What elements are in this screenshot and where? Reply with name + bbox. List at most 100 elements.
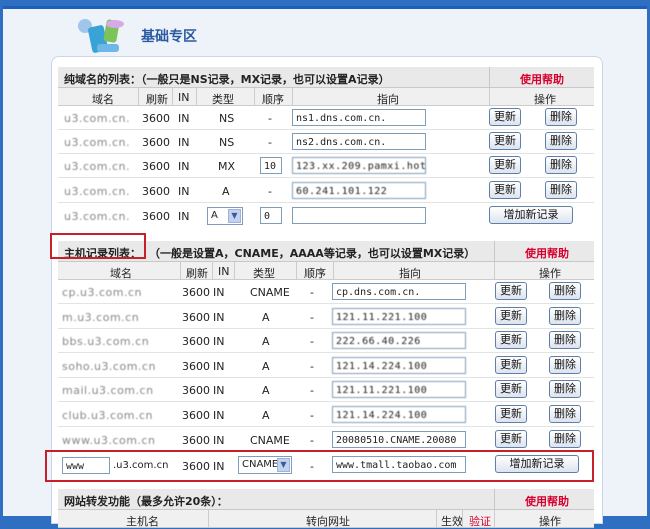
domain-cell: u3.com.cn. (64, 185, 130, 198)
update-button[interactable]: 更新 (495, 405, 527, 423)
order-input[interactable]: 10 (260, 157, 282, 174)
domain-cell: m.u3.com.cn (62, 311, 140, 324)
add-record-button[interactable]: 增加新记录 (495, 455, 579, 473)
target-input[interactable]: cp.dns.com.cn. (332, 283, 466, 300)
domain-list-title: 纯域名的列表：（一般只是NS记录，MX记录，也可以设置A记录） (64, 73, 390, 86)
chevron-down-icon[interactable]: ▼ (277, 458, 290, 472)
refresh-cell: 3600 (142, 210, 170, 223)
update-button[interactable]: 更新 (489, 181, 521, 199)
target-input[interactable]: 20080510.CNAME.20080 (332, 431, 466, 448)
update-button[interactable]: 更新 (495, 307, 527, 325)
in-cell: IN (178, 210, 190, 223)
type-cell: MX (218, 160, 236, 173)
order-cell: - (310, 360, 314, 373)
type-cell: A (262, 311, 270, 324)
delete-button[interactable]: 删除 (549, 405, 581, 423)
target-input[interactable] (292, 207, 426, 224)
domain-cell: bbs.u3.com.cn (62, 335, 150, 348)
type-select[interactable]: A ▼ (207, 207, 243, 225)
refresh-cell: 3600 (182, 434, 210, 447)
in-cell: IN (213, 311, 225, 324)
update-button[interactable]: 更新 (495, 282, 527, 300)
col-verify[interactable]: 验证 (469, 513, 491, 529)
update-button[interactable]: 更新 (495, 356, 527, 374)
col-domain: 域名 (110, 267, 132, 280)
target-input[interactable]: 121.14.224.100 (332, 406, 466, 423)
domain-cell: u3.com.cn. (64, 160, 130, 173)
delete-button[interactable]: 删除 (545, 132, 577, 150)
order-cell: - (310, 434, 314, 447)
type-cell: A (262, 360, 270, 373)
domain-cell: u3.com.cn. (64, 112, 130, 125)
update-button[interactable]: 更新 (495, 380, 527, 398)
type-select-value: A (211, 210, 218, 221)
delete-button[interactable]: 删除 (549, 331, 581, 349)
order-cell: - (310, 460, 314, 473)
host-help-link[interactable]: 使用帮助 (525, 245, 569, 261)
host-table-header: 域名 刷新 IN 类型 顺序 指向 操作 (58, 262, 594, 280)
col-ops: 操作 (539, 515, 561, 528)
update-button[interactable]: 更新 (489, 108, 521, 126)
domain-cell: cp.u3.com.cn (62, 286, 143, 299)
col-domain: 域名 (92, 93, 114, 106)
refresh-cell: 3600 (182, 360, 210, 373)
refresh-cell: 3600 (182, 286, 210, 299)
host-input[interactable]: www (62, 457, 110, 474)
delete-button[interactable]: 删除 (549, 307, 581, 325)
target-input[interactable]: www.tmall.taobao.com (332, 456, 466, 473)
order-input[interactable]: 0 (260, 207, 282, 224)
in-cell: IN (213, 335, 225, 348)
add-record-button[interactable]: 增加新记录 (489, 206, 573, 224)
col-in: IN (218, 265, 230, 278)
domain-cell: club.u3.com.cn (62, 409, 154, 422)
update-button[interactable]: 更新 (489, 156, 521, 174)
domain-cell: mail.u3.com.cn (62, 384, 154, 397)
target-input[interactable]: ns1.dns.com.cn. (292, 109, 426, 126)
order-cell: - (310, 409, 314, 422)
refresh-cell: 3600 (142, 160, 170, 173)
order-cell: - (310, 311, 314, 324)
order-cell: - (268, 112, 272, 125)
target-input[interactable]: 121.11.221.100 (332, 308, 466, 325)
col-url: 转向网址 (306, 515, 350, 528)
in-cell: IN (178, 136, 190, 149)
target-input[interactable]: 123.xx.209.pamxi.hotm (292, 157, 426, 174)
update-button[interactable]: 更新 (495, 430, 527, 448)
delete-button[interactable]: 删除 (549, 282, 581, 300)
domain-help-link[interactable]: 使用帮助 (520, 71, 564, 87)
update-button[interactable]: 更新 (495, 331, 527, 349)
type-cell: A (262, 384, 270, 397)
forward-table-header: 主机名 转向网址 生效 验证 操作 (58, 510, 594, 528)
order-cell: - (310, 286, 314, 299)
in-cell: IN (213, 409, 225, 422)
forward-help-link[interactable]: 使用帮助 (525, 493, 569, 509)
in-cell: IN (213, 434, 225, 447)
type-select[interactable]: CNAME ▼ (238, 456, 292, 474)
content-panel: 纯域名的列表：（一般只是NS记录，MX记录，也可以设置A记录） 使用帮助 域名 … (45, 56, 603, 528)
col-order: 顺序 (304, 267, 326, 280)
domain-cell: www.u3.com.cn (62, 434, 156, 447)
refresh-cell: 3600 (142, 112, 170, 125)
refresh-cell: 3600 (182, 460, 210, 473)
domain-cell: u3.com.cn. (64, 136, 130, 149)
target-input[interactable]: 121.14.224.100 (332, 357, 466, 374)
update-button[interactable]: 更新 (489, 132, 521, 150)
delete-button[interactable]: 删除 (549, 356, 581, 374)
delete-button[interactable]: 删除 (549, 430, 581, 448)
in-cell: IN (213, 460, 225, 473)
delete-button[interactable]: 删除 (545, 181, 577, 199)
delete-button[interactable]: 删除 (545, 156, 577, 174)
delete-button[interactable]: 删除 (549, 380, 581, 398)
type-cell: CNAME (250, 286, 290, 299)
delete-button[interactable]: 删除 (545, 108, 577, 126)
col-in: IN (178, 91, 190, 104)
type-cell: A (222, 185, 230, 198)
target-input[interactable]: 121.11.221.100 (332, 381, 466, 398)
refresh-cell: 3600 (142, 185, 170, 198)
target-input[interactable]: ns2.dns.com.cn. (292, 133, 426, 150)
chevron-down-icon[interactable]: ▼ (228, 209, 241, 223)
order-cell: - (310, 335, 314, 348)
refresh-cell: 3600 (182, 409, 210, 422)
target-input[interactable]: 222.66.40.226 (332, 332, 466, 349)
target-input[interactable]: 60.241.101.122 (292, 182, 426, 199)
